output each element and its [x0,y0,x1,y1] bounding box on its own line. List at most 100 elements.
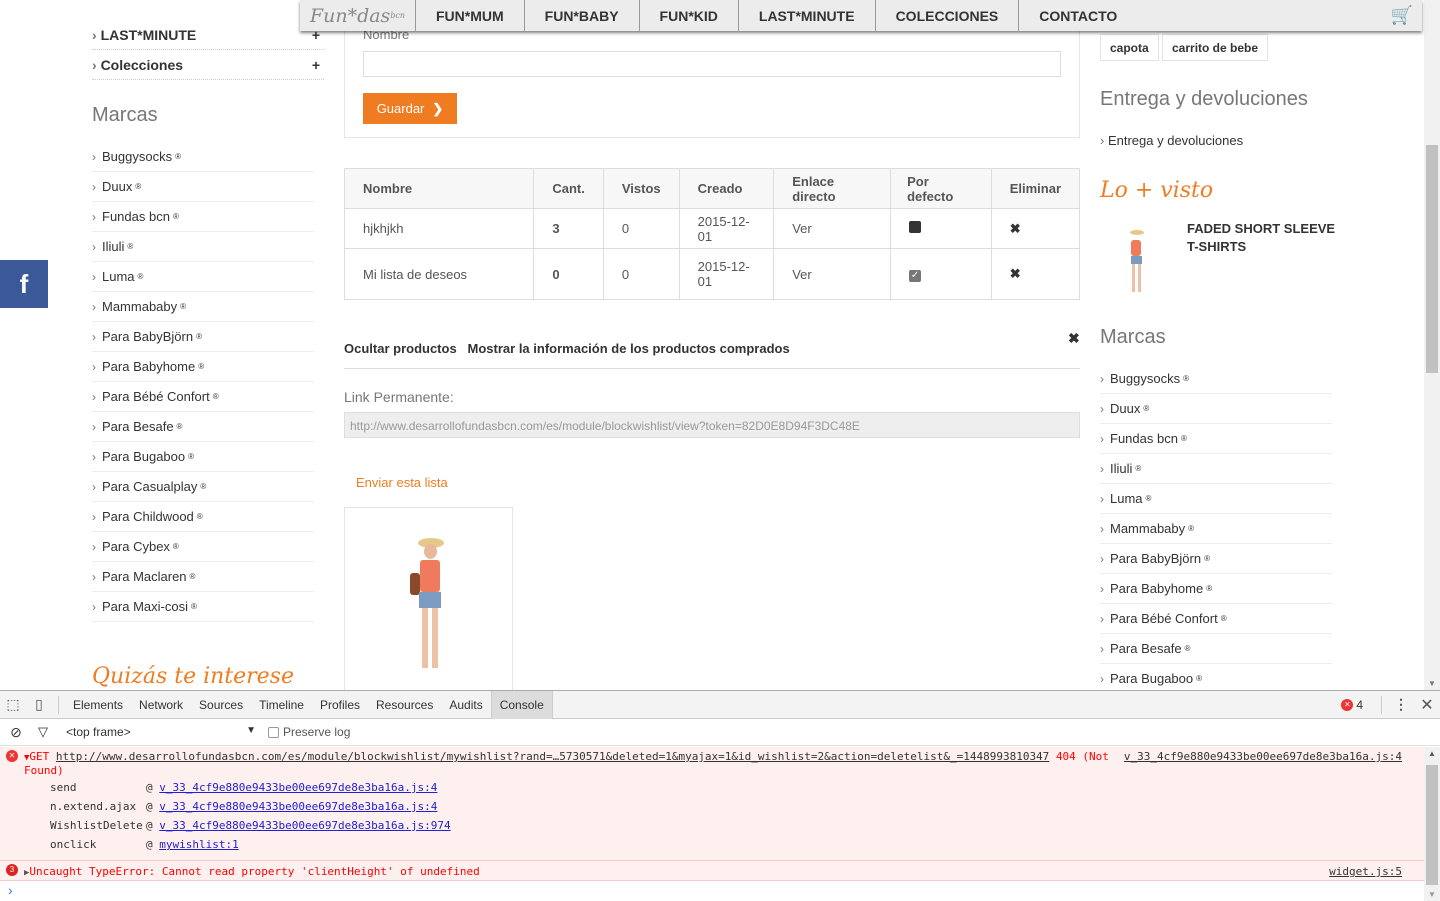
brand-label: Para Bugaboo [1110,671,1194,686]
scrollbar-thumb[interactable] [1426,145,1438,373]
error-counter[interactable]: ✕ 4 [1341,698,1375,712]
tab-profiles[interactable]: Profiles [312,691,368,719]
preserve-log-checkbox[interactable] [268,726,279,738]
stack-source-link[interactable]: v_33_4cf9e880e9433be00ee697de8e3ba16a.js… [159,819,450,832]
chevron-right-icon: › [92,149,96,164]
brand-item[interactable]: › Duux ® [1100,394,1332,424]
preserve-log[interactable]: Preserve log [268,725,350,739]
brand-item[interactable]: › Para Babyhome ® [92,352,314,382]
brand-item[interactable]: › Fundas bcn ® [92,202,314,232]
default-checkbox-checked[interactable]: ✓ [909,270,922,282]
brand-item[interactable]: › Iliuli ® [1100,454,1332,484]
category-last-minute[interactable]: › LAST*MINUTE + [92,20,324,50]
brand-item[interactable]: › Para Maclaren ® [92,562,314,592]
facebook-button[interactable]: f [0,260,48,308]
brand-item[interactable]: › Luma ® [1100,484,1332,514]
frame-select[interactable]: <top frame> ▼ [66,725,256,739]
filter-icon[interactable]: ▽ [32,724,54,740]
chevron-right-icon: › [92,179,96,194]
stack-source-link[interactable]: mywishlist:1 [159,838,238,851]
most-viewed-image[interactable] [1100,225,1167,295]
scroll-down-icon[interactable]: ▼ [1428,679,1436,688]
nav-contacto[interactable]: CONTACTO [1019,0,1137,31]
col-creado: Creado [678,168,775,209]
tab-console[interactable]: Console [490,690,553,719]
nav-fun-kid[interactable]: FUN*KID [640,0,739,31]
brand-item[interactable]: › Mammababy ® [92,292,314,322]
registered-mark: ® [127,242,134,251]
tab-sources[interactable]: Sources [191,691,251,719]
scrollbar-thumb[interactable] [1426,765,1438,885]
tab-resources[interactable]: Resources [368,691,441,719]
tag-carrito[interactable]: carrito de bebe [1162,34,1269,61]
chevron-right-icon: › [1100,671,1104,686]
tab-elements[interactable]: Elements [65,691,131,719]
send-list-link[interactable]: Enviar esta lista [356,475,448,490]
source-link[interactable]: widget.js:5 [1329,865,1402,878]
delete-icon[interactable]: ✖ [1010,266,1021,281]
brand-item[interactable]: › Para Casualplay ® [92,472,314,502]
brand-item[interactable]: › Para Bugaboo ® [1100,664,1332,690]
nav-last-minute[interactable]: LAST*MINUTE [739,0,876,31]
wishlist-name-link[interactable]: Mi lista de deseos [343,248,535,300]
brand-item[interactable]: › Para Besafe ® [92,412,314,442]
brand-item[interactable]: › Para Childwood ® [92,502,314,532]
site-logo[interactable]: Fun*das bcn [300,0,416,31]
more-options-icon[interactable]: ⋮ [1388,696,1414,713]
brand-item[interactable]: › Para BabyBjörn ® [1100,544,1332,574]
stack-source-link[interactable]: v_33_4cf9e880e9433be00ee697de8e3ba16a.js… [159,781,437,794]
nav-fun-baby[interactable]: FUN*BABY [525,0,640,31]
tag-capota[interactable]: capota [1100,34,1159,61]
delete-icon[interactable]: ✖ [1010,221,1021,236]
tab-timeline[interactable]: Timeline [251,691,312,719]
stack-source-link[interactable]: v_33_4cf9e880e9433be00ee697de8e3ba16a.js… [159,800,437,813]
inspect-icon[interactable]: ⬚ [0,696,26,713]
expand-toggle[interactable]: + [312,57,320,73]
request-url-link[interactable]: http://www.desarrollofundasbcn.com/es/mo… [56,750,1049,763]
brand-item[interactable]: › Para Babyhome ® [1100,574,1332,604]
nav-fun-mum[interactable]: FUN*MUM [416,0,525,31]
brand-item[interactable]: › Para Cybex ® [92,532,314,562]
brand-item[interactable]: › Iliuli ® [92,232,314,262]
most-viewed-product-name[interactable]: FADED SHORT SLEEVE T-SHIRTS [1187,220,1347,256]
brand-item[interactable]: › Para Bugaboo ® [92,442,314,472]
console-scrollbar[interactable]: ▲ ▼ [1424,747,1440,901]
tab-audits[interactable]: Audits [441,691,490,719]
brand-item[interactable]: › Buggysocks ® [92,142,314,172]
wishlist-name-link[interactable]: hjkhjkh [343,208,535,249]
close-icon[interactable]: ✖ [1068,330,1080,347]
brand-item[interactable]: › Luma ® [92,262,314,292]
cart-icon[interactable]: 🛒 [1382,0,1422,31]
close-devtools-icon[interactable]: ✕ [1414,695,1440,715]
brand-item[interactable]: › Para Bébé Confort ® [92,382,314,412]
brand-item[interactable]: › Para Maxi-cosi ® [92,592,314,622]
page-scrollbar[interactable]: ▼ [1424,0,1440,690]
clear-console-icon[interactable]: ⊘ [0,724,32,741]
brand-item[interactable]: › Para Besafe ® [1100,634,1332,664]
nav-colecciones[interactable]: COLECCIONES [876,0,1020,31]
brand-item[interactable]: › Buggysocks ® [1100,364,1332,394]
view-link[interactable]: Ver [773,248,892,300]
console-prompt[interactable]: › [8,882,13,898]
show-bought-info-link[interactable]: Mostrar la información de los productos … [468,341,790,356]
delivery-link[interactable]: › Entrega y devoluciones [1100,133,1243,148]
source-link[interactable]: v_33_4cf9e880e9433be00ee697de8e3ba16a.js… [1117,750,1402,763]
brand-item[interactable]: › Mammababy ® [1100,514,1332,544]
save-button[interactable]: Guardar ❯ [363,93,457,124]
tab-network[interactable]: Network [131,691,191,719]
product-card[interactable] [344,507,513,690]
default-checkbox[interactable] [909,221,922,233]
brand-item[interactable]: › Para BabyBjörn ® [92,322,314,352]
view-link[interactable]: Ver [773,208,892,249]
brand-label: Duux [1110,401,1141,416]
permalink-input[interactable]: http://www.desarrollofundasbcn.com/es/mo… [344,412,1080,438]
registered-mark: ® [189,572,196,581]
device-mode-icon[interactable]: ▯ [26,696,52,713]
brand-item[interactable]: › Fundas bcn ® [1100,424,1332,454]
name-input[interactable] [363,51,1061,77]
hide-products-link[interactable]: Ocultar productos [344,341,457,356]
brand-item[interactable]: › Para Bébé Confort ® [1100,604,1332,634]
brand-item[interactable]: › Duux ® [92,172,314,202]
wishlists-table: Nombre Cant. Vistos Creado Enlace direct… [343,168,1081,300]
category-colecciones[interactable]: › Colecciones + [92,50,324,80]
